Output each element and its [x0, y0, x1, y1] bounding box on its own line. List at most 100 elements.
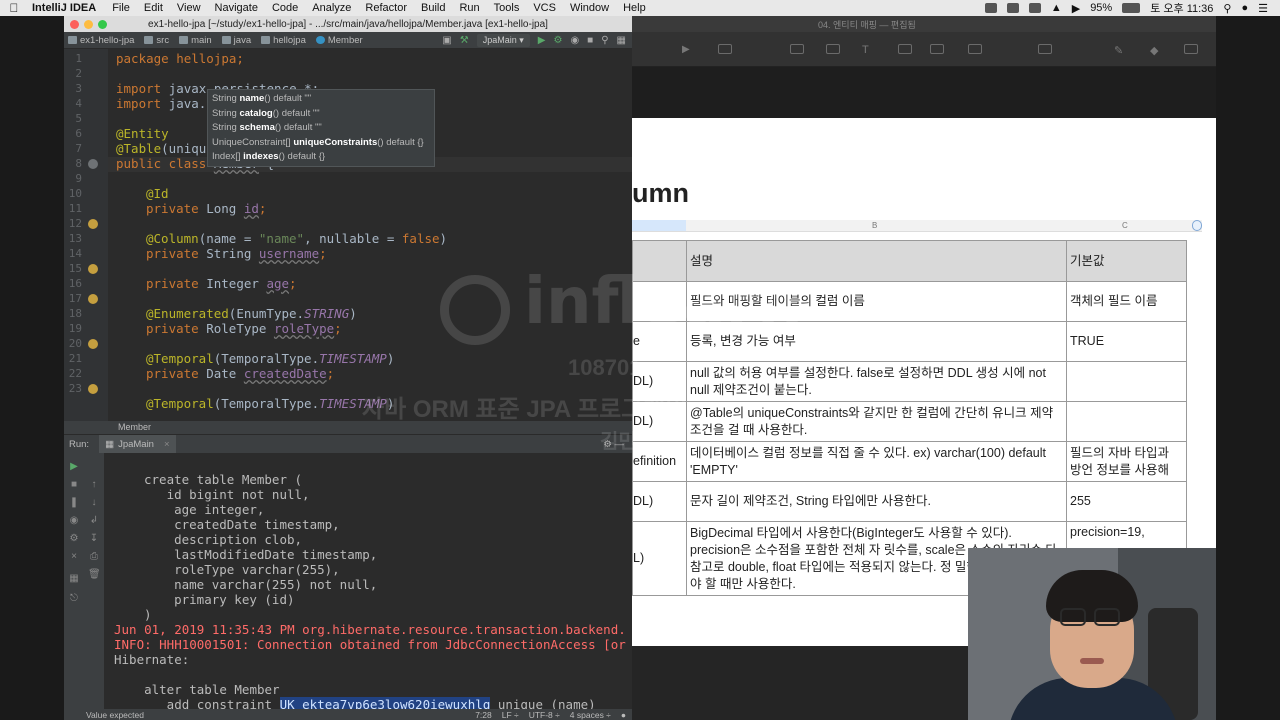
code-line[interactable]: @Temporal(TemporalType.TIMESTAMP) — [146, 396, 394, 411]
layout-icon[interactable]: ▦ — [68, 573, 80, 584]
animate-icon[interactable]: ◆ — [1150, 44, 1164, 57]
console-output[interactable]: create table Member ( id bigint not null… — [104, 453, 632, 709]
menu-run[interactable]: Run — [452, 2, 486, 14]
up-icon[interactable]: ↑ — [88, 479, 100, 490]
code-line[interactable]: private Long id; — [146, 201, 266, 216]
search-icon[interactable]: ⚲ — [1223, 2, 1231, 15]
collaborate-toolbar-icon[interactable] — [1038, 44, 1052, 54]
coverage-icon[interactable]: ◉ — [570, 35, 579, 46]
grid-toolbar-icon[interactable] — [790, 44, 804, 54]
table-cell[interactable] — [1066, 401, 1187, 442]
search-everywhere-icon[interactable]: ⚲ — [601, 35, 608, 46]
menu-build[interactable]: Build — [414, 2, 452, 14]
table-cell[interactable]: DL) — [632, 481, 687, 522]
rerun-icon[interactable]: ▶ — [68, 461, 80, 472]
table-cell[interactable]: 객체의 필드 이름 — [1066, 281, 1187, 322]
popup-item[interactable]: String name() default "" — [212, 92, 430, 107]
soft-wrap-icon[interactable]: ↲ — [88, 515, 100, 526]
code-line[interactable]: @Temporal(TemporalType.TIMESTAMP) — [146, 351, 394, 366]
table-header-cell[interactable] — [632, 240, 687, 282]
status-menu-icon[interactable] — [984, 3, 997, 13]
table-cell[interactable]: @Table의 uniqueConstraints와 같지만 한 컬럼에 간단히… — [686, 401, 1067, 442]
apple-icon[interactable]:  — [0, 1, 28, 15]
table-cell[interactable]: DL) — [632, 361, 687, 402]
settings-gear-icon[interactable]: ⚙ — — [603, 439, 632, 450]
code-line[interactable]: package hellojpa; — [116, 51, 244, 66]
menu-refactor[interactable]: Refactor — [358, 2, 414, 14]
breadcrumb-class[interactable]: Member — [312, 35, 369, 46]
close-icon[interactable]: × — [68, 551, 80, 562]
menu-file[interactable]: File — [105, 2, 137, 14]
battery-icon[interactable] — [1122, 3, 1141, 13]
table-cell[interactable]: 데이터베이스 컬럼 정보를 직접 줄 수 있다. ex) varchar(100… — [686, 441, 1067, 482]
menu-edit[interactable]: Edit — [137, 2, 170, 14]
table-cell[interactable]: e — [632, 321, 687, 362]
media-toolbar-icon[interactable] — [930, 44, 944, 54]
table-cell[interactable]: null 값의 허용 여부를 설정한다. false로 설정하면 DDL 생성 … — [686, 361, 1067, 402]
indent-setting[interactable]: 4 spaces ÷ — [570, 710, 611, 720]
column-gutter-icon[interactable] — [88, 294, 98, 304]
run-icon[interactable]: ▶ — [538, 35, 546, 46]
column-gutter-icon[interactable] — [88, 384, 98, 394]
clock[interactable]: 토 오후 11:36 — [1150, 0, 1213, 16]
document-toolbar-icon[interactable] — [1184, 44, 1198, 54]
battery-percent[interactable]: 95% — [1090, 2, 1112, 14]
menu-code[interactable]: Code — [265, 2, 305, 14]
code-line[interactable]: @Column(name = "name", nullable = false) — [146, 231, 447, 246]
settings-icon[interactable]: ⚙ — [68, 533, 80, 544]
code-line[interactable]: @Enumerated(EnumType.STRING) — [146, 306, 357, 321]
lock-icon[interactable]: ● — [621, 710, 626, 720]
down-icon[interactable]: ↓ — [88, 497, 100, 508]
table-cell[interactable]: efinition — [632, 441, 687, 482]
pin-icon[interactable]: ⎋ — [68, 593, 80, 604]
code-line[interactable]: @Entity — [116, 126, 169, 141]
structure-icon[interactable]: ▣ — [442, 35, 451, 46]
breadcrumb-package[interactable]: hellojpa — [257, 35, 312, 46]
file-encoding[interactable]: UTF-8 ÷ — [529, 710, 560, 720]
code-line[interactable]: private Integer age; — [146, 276, 297, 291]
table-cell[interactable]: 필드의 자바 타입과 방언 정보를 사용해 — [1066, 441, 1187, 482]
breadcrumb-project[interactable]: ex1-hello-jpa — [64, 35, 140, 46]
table-cell[interactable]: L) — [632, 521, 687, 596]
parameter-info-popup[interactable]: String name() default "" String catalog(… — [207, 89, 435, 167]
table-cell[interactable]: 문자 길이 제약조건, String 타입에만 사용한다. — [686, 481, 1067, 522]
trash-icon[interactable]: 🗑 — [88, 569, 101, 580]
column-attributes-table[interactable]: 설명 기본값 필드와 매핑할 테이블의 컬럼 이름 객체의 필드 이름 e 등록… — [632, 240, 1187, 596]
build-hammer-icon[interactable]: ⚒ — [460, 35, 469, 46]
menu-tools[interactable]: Tools — [487, 2, 527, 14]
code-line[interactable]: private Date createdDate; — [146, 366, 334, 381]
format-brush-icon[interactable]: ✎ — [1114, 44, 1128, 57]
run-tab[interactable]: ▦ JpaMain × — [99, 435, 176, 453]
project-structure-icon[interactable]: ▦ — [617, 35, 626, 46]
breadcrumb-java[interactable]: java — [218, 35, 257, 46]
popup-item[interactable]: UniqueConstraint[] uniqueConstraints() d… — [212, 136, 430, 151]
column-gutter-icon[interactable] — [88, 264, 98, 274]
pause-icon[interactable]: ❚ — [68, 497, 80, 508]
table-cell[interactable]: TRUE — [1066, 321, 1187, 362]
run-config-select[interactable]: JpaMain ▾ — [476, 33, 530, 47]
comment-toolbar-icon[interactable] — [968, 44, 982, 54]
code-line[interactable]: private RoleType roleType; — [146, 321, 342, 336]
wifi-icon[interactable]: ▲ — [1051, 2, 1062, 14]
table-cell[interactable] — [1066, 361, 1187, 402]
menu-view[interactable]: View — [170, 2, 208, 14]
class-gutter-icon[interactable] — [88, 159, 98, 169]
popup-item[interactable]: String catalog() default "" — [212, 107, 430, 122]
chart-toolbar-icon[interactable] — [826, 44, 840, 54]
id-gutter-icon[interactable] — [88, 219, 98, 229]
table-cell[interactable]: DL) — [632, 401, 687, 442]
siri-icon[interactable]: ● — [1241, 2, 1248, 14]
table-toolbar-icon[interactable] — [718, 44, 732, 54]
menu-analyze[interactable]: Analyze — [305, 2, 358, 14]
line-separator[interactable]: LF ÷ — [502, 710, 519, 720]
stop-icon[interactable]: ■ — [587, 35, 593, 46]
table-header-cell[interactable]: 설명 — [686, 240, 1067, 282]
editor-breadcrumb-footer[interactable]: Member — [64, 421, 632, 434]
text-toolbar-icon[interactable]: T — [862, 44, 876, 56]
table-cell[interactable] — [632, 281, 687, 322]
ruler-handle[interactable] — [1192, 220, 1202, 231]
dump-threads-icon[interactable]: ◉ — [68, 515, 80, 526]
scroll-end-icon[interactable]: ↧ — [88, 533, 100, 544]
code-editor[interactable]: 1 2 3 4 5 6 7 8 9 10 11 12 13 14 15 16 1… — [64, 49, 632, 421]
status-menu-icon[interactable] — [1028, 3, 1041, 13]
